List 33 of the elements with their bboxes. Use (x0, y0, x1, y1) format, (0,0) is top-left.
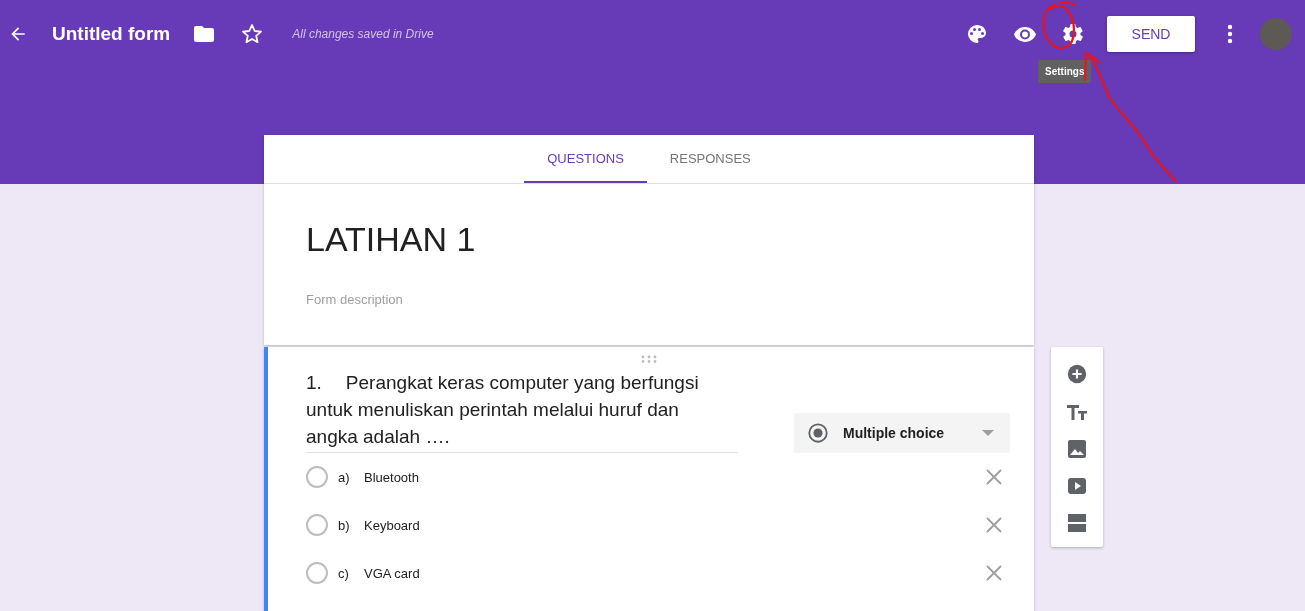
remove-option-icon[interactable] (986, 469, 1002, 485)
remove-option-icon[interactable] (986, 565, 1002, 581)
question-title[interactable]: 1. Perangkat keras computer yang berfungsi untuk menuliskan perintah melalui huruf dan angka adalah …. (306, 369, 738, 453)
radio-button[interactable] (306, 562, 328, 584)
question-type-dropdown[interactable]: Multiple choice (794, 413, 1010, 453)
form-title-heading[interactable]: LATIHAN 1 (306, 220, 992, 259)
radio-button-icon (807, 422, 829, 444)
option-text[interactable]: Bluetooth (364, 469, 419, 485)
save-status: All changes saved in Drive (292, 27, 434, 41)
form-title[interactable]: Untitled form (52, 23, 171, 45)
settings-tooltip: Settings (1038, 60, 1092, 83)
option-letter: b) (338, 517, 351, 533)
palette-icon[interactable] (965, 22, 989, 46)
drag-handle-icon[interactable] (641, 355, 657, 363)
more-options-icon[interactable] (1227, 24, 1233, 44)
settings-icon[interactable] (1061, 22, 1085, 46)
section-icon[interactable] (1067, 513, 1087, 533)
video-icon[interactable] (1067, 477, 1087, 495)
option-letter: c) (338, 565, 350, 581)
send-button[interactable]: SEND (1107, 16, 1195, 52)
dropdown-arrow-icon (982, 430, 994, 436)
remove-option-icon[interactable] (986, 517, 1002, 533)
add-question-icon[interactable] (1066, 363, 1088, 385)
star-icon[interactable] (240, 22, 265, 46)
title-text-icon[interactable] (1066, 403, 1088, 421)
image-icon[interactable] (1067, 439, 1087, 459)
radio-button[interactable] (306, 466, 328, 488)
option-text[interactable]: Keyboard (364, 517, 420, 533)
tab[interactable]: QUESTIONS (524, 135, 647, 183)
option-text[interactable]: VGA card (364, 565, 420, 581)
radio-button[interactable] (306, 514, 328, 536)
tab[interactable]: RESPONSES (646, 135, 774, 183)
option-letter: a) (338, 469, 351, 485)
